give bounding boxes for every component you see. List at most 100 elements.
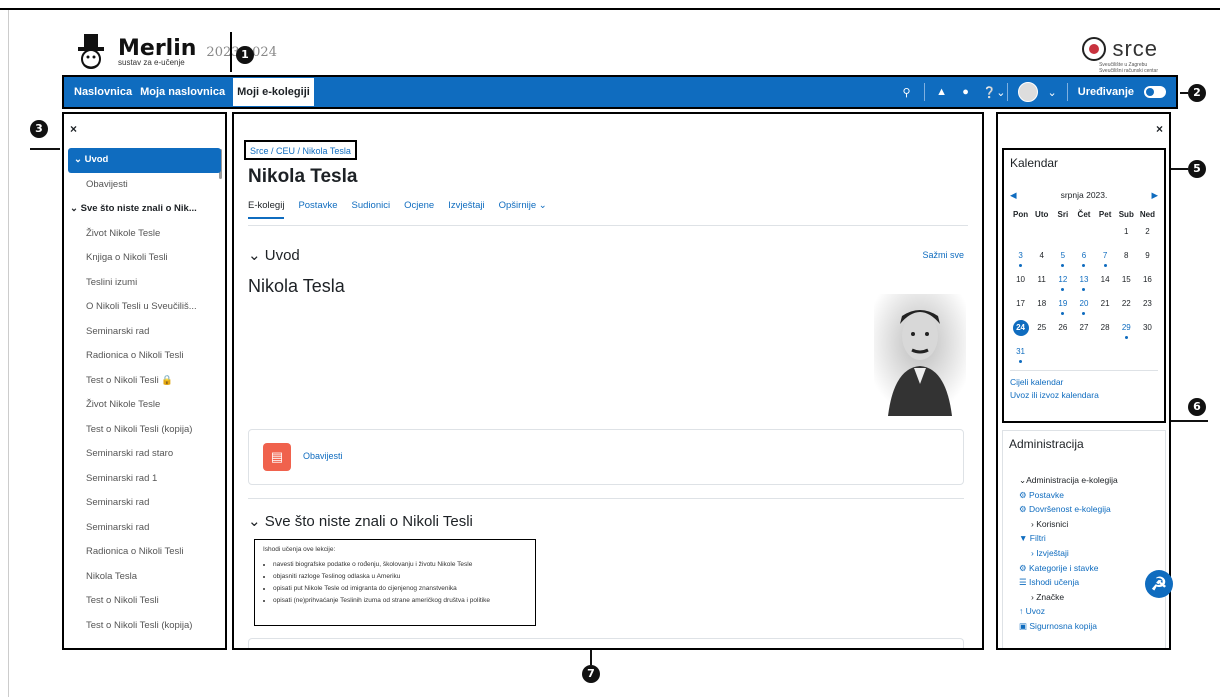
nav-divider	[1066, 83, 1068, 101]
admin-menu-item[interactable]: ⚙ Postavke	[1019, 488, 1159, 503]
calendar-day[interactable]: 19	[1052, 295, 1073, 319]
tab-more[interactable]: Opširnije ⌄	[499, 200, 547, 219]
calendar-weekday: Sri	[1057, 210, 1069, 219]
calendar-empty-cell	[1010, 223, 1031, 247]
course-index-item[interactable]: Test o Nikoli Tesli (kopija)	[64, 418, 221, 443]
course-index-item[interactable]: Nikola Tesla	[64, 565, 221, 590]
course-index-item[interactable]: Knjiga o Nikoli Tesli	[64, 246, 221, 271]
close-icon[interactable]: ×	[70, 122, 77, 136]
admin-menu-item[interactable]: ⚙ Dovršenost e-kolegija	[1019, 502, 1159, 517]
course-index-item[interactable]: Seminarski rad	[64, 491, 221, 516]
tab-reports[interactable]: Izvještaji	[448, 200, 484, 219]
calendar-block: Kalendar ◀ srpnja 2023. ▶ Pon Uto Sri Čet Pe…	[1002, 148, 1166, 423]
chevron-down-icon[interactable]: ⌄	[70, 203, 81, 214]
import-export-link[interactable]: Uvoz ili izvoz kalendara	[1010, 389, 1099, 402]
chevron-down-icon[interactable]: ⌄	[74, 154, 85, 165]
course-index-item[interactable]: Test o Nikoli Tesli (kopija)	[64, 614, 221, 639]
avatar[interactable]	[1017, 82, 1038, 102]
activity-link[interactable]: Obavijesti	[303, 451, 343, 461]
calendar-day: 27	[1079, 323, 1089, 332]
calendar-day[interactable]: 13	[1073, 271, 1094, 295]
tab-participants[interactable]: Sudionici	[352, 200, 391, 219]
prev-month-icon[interactable]: ◀	[1010, 190, 1017, 201]
course-index-label: Uvod	[84, 154, 109, 165]
calendar-day[interactable]: 12	[1052, 271, 1073, 295]
calendar-day: 4	[1039, 251, 1044, 260]
callout-5: 5	[1188, 160, 1206, 178]
admin-menu-item[interactable]: ▣ Sigurnosna kopija	[1019, 619, 1159, 634]
calendar-empty-cell	[1031, 223, 1052, 247]
top-border	[0, 8, 1220, 10]
calendar-day[interactable]: 20	[1073, 295, 1094, 319]
chevron-down-icon[interactable]: ⌄	[1048, 86, 1057, 99]
admin-menu-item[interactable]: ▼ Filtri	[1019, 531, 1159, 546]
course-index-item[interactable]: Radionica o Nikoli Tesli	[64, 344, 221, 369]
course-index-item[interactable]: Obavijesti	[64, 173, 221, 198]
nav-dashboard[interactable]: Moja naslovnica	[140, 86, 225, 98]
chat-icon[interactable]: ●	[959, 86, 973, 98]
course-index-section[interactable]: ⌄ Uvod	[68, 148, 221, 173]
course-index-item[interactable]: Život Nikole Tesle	[64, 393, 221, 418]
admin-menu-item[interactable]: ☰ Ishodi učenja	[1019, 575, 1159, 590]
administration-list: ⌄Administracija e-kolegija ⚙ Postavke ⚙ Do…	[1009, 473, 1159, 634]
course-index-item[interactable]: Test o Nikoli Tesli	[64, 589, 221, 614]
calendar-today[interactable]: 24	[1010, 319, 1031, 343]
course-index-item[interactable]: Seminarski rad 1	[64, 467, 221, 492]
admin-menu-item[interactable]: › Korisnici	[1019, 517, 1159, 532]
course-index-item[interactable]: Život Nikole Tesle	[64, 222, 221, 247]
calendar-empty-cell	[1052, 223, 1073, 247]
edit-mode-toggle[interactable]	[1144, 86, 1166, 98]
nav-my-courses[interactable]: Moji e-kolegiji	[233, 78, 314, 106]
full-calendar-link[interactable]: Cijeli kalendar	[1010, 376, 1099, 389]
close-icon[interactable]: ×	[1156, 122, 1163, 136]
calendar-day[interactable]: 31	[1010, 343, 1031, 367]
tab-settings[interactable]: Postavke	[298, 200, 337, 219]
tab-grades[interactable]: Ocjene	[404, 200, 434, 219]
course-index-item[interactable]: Radionica o Nikoli Tesli	[64, 540, 221, 565]
calendar-day[interactable]: 5	[1052, 247, 1073, 271]
calendar-day[interactable]: 6	[1073, 247, 1094, 271]
calendar-day[interactable]: 29	[1116, 319, 1137, 343]
search-icon[interactable]: ⚲	[900, 86, 914, 99]
course-index-item[interactable]: O Nikoli Tesli u Sveučiliš...	[64, 295, 221, 320]
admin-menu-item[interactable]: › Značke	[1019, 590, 1159, 605]
callout-3: 3	[30, 120, 48, 138]
breadcrumb[interactable]: Srce / CEU / Nikola Tesla	[244, 140, 357, 160]
admin-menu-item[interactable]: ⚙ Kategorije i stavke	[1019, 561, 1159, 576]
course-index-section[interactable]: ⌄ Sve što niste znali o Nik...	[64, 197, 221, 222]
activity-card-partial[interactable]	[248, 638, 964, 648]
calendar-divider	[1010, 370, 1158, 371]
tabs-divider	[248, 225, 968, 226]
admin-menu-item[interactable]: ↑ Uvoz	[1019, 604, 1159, 619]
course-index-item[interactable]: Seminarski rad	[64, 320, 221, 345]
collapse-all-link[interactable]: Sažmi sve	[922, 250, 964, 260]
accessibility-icon[interactable]: ☭	[1145, 570, 1173, 598]
help-icon[interactable]: ❔⌄	[983, 86, 1006, 99]
outcome-item: opisati (ne)prihvaćanje Teslinih izuma o…	[273, 597, 527, 604]
calendar-day[interactable]: 3	[1010, 247, 1031, 271]
course-index-item[interactable]: Seminarski rad staro	[64, 442, 221, 467]
calendar-day: 17	[1016, 299, 1026, 308]
course-index-item[interactable]: Seminarski rad	[64, 516, 221, 541]
edit-mode-label: Uređivanje	[1077, 86, 1134, 98]
section-title-intro[interactable]: ⌄ Uvod	[248, 246, 300, 264]
calendar-day: 10	[1016, 275, 1026, 284]
course-index-item[interactable]: Teslini izumi	[64, 271, 221, 296]
outcome-item: navesti biografske podatke o rođenju, šk…	[273, 561, 527, 568]
course-index-item[interactable]: Test o Nikoli Tesli 🔒	[64, 369, 221, 394]
admin-menu-item[interactable]: ⌄Administracija e-kolegija	[1019, 473, 1159, 488]
tab-course[interactable]: E-kolegij	[248, 200, 285, 219]
admin-menu-item[interactable]: › Izvještaji	[1019, 546, 1159, 561]
section-title-tesla[interactable]: ⌄ Sve što niste znali o Nikoli Tesli	[248, 512, 473, 530]
outcome-item: opisati put Nikole Tesle od imigranta do…	[273, 585, 527, 592]
learning-outcomes-box: Ishodi učenja ove lekcije: navesti biogr…	[254, 539, 536, 626]
next-month-icon[interactable]: ▶	[1151, 190, 1158, 201]
bell-icon[interactable]: ▲	[935, 86, 949, 98]
callout-2-line	[1180, 92, 1188, 94]
calendar-day: 8	[1124, 251, 1129, 260]
activity-card-announcements[interactable]: ▤ Obavijesti	[248, 429, 964, 485]
calendar-day[interactable]: 7	[1095, 247, 1116, 271]
srce-logo[interactable]: srce	[1082, 36, 1158, 62]
nav-home[interactable]: Naslovnica	[74, 86, 132, 98]
srce-name: srce	[1112, 36, 1158, 61]
